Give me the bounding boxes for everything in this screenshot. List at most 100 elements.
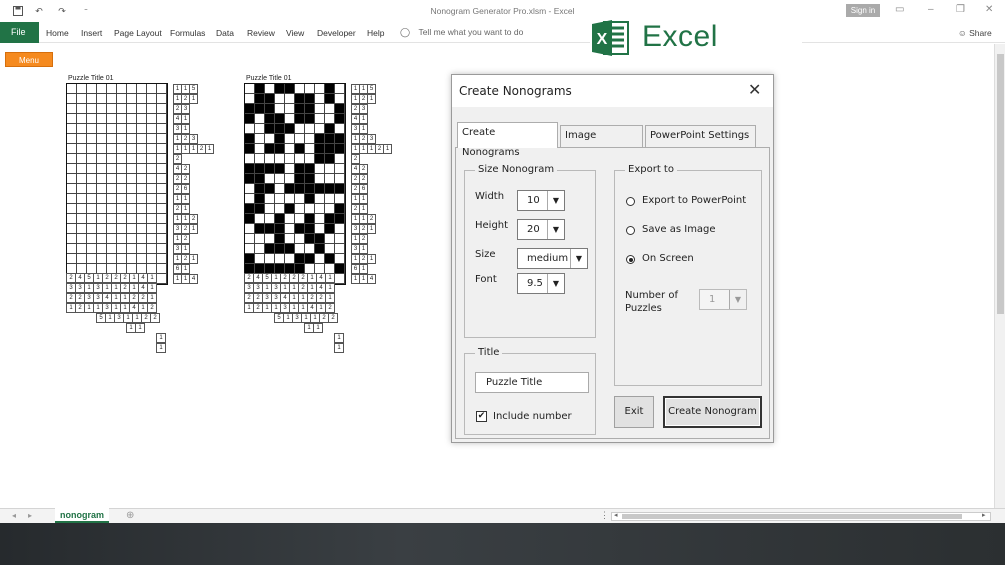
grid-cell[interactable]: [97, 224, 107, 234]
grid-cell[interactable]: [285, 254, 295, 264]
grid-cell[interactable]: [107, 94, 117, 104]
grid-cell[interactable]: [117, 194, 127, 204]
grid-cell[interactable]: [137, 254, 147, 264]
grid-cell[interactable]: [255, 144, 265, 154]
grid-cell[interactable]: [335, 194, 345, 204]
grid-cell[interactable]: [245, 114, 255, 124]
grid-cell[interactable]: [157, 174, 167, 184]
grid-cell[interactable]: [127, 224, 137, 234]
grid-cell[interactable]: [147, 114, 157, 124]
grid-cell[interactable]: [265, 134, 275, 144]
grid-cell[interactable]: [265, 104, 275, 114]
grid-cell[interactable]: [107, 194, 117, 204]
grid-cell[interactable]: [265, 154, 275, 164]
tell-me-search[interactable]: ◯ Tell me what you want to do: [400, 27, 523, 38]
grid-cell[interactable]: [255, 184, 265, 194]
split-handle-icon[interactable]: ⋮: [600, 510, 609, 521]
grid-cell[interactable]: [77, 124, 87, 134]
grid-cell[interactable]: [245, 234, 255, 244]
grid-cell[interactable]: [147, 204, 157, 214]
scroll-left-icon[interactable]: ◂: [614, 511, 618, 519]
grid-cell[interactable]: [117, 84, 127, 94]
grid-cell[interactable]: [147, 244, 157, 254]
tab-review[interactable]: Review: [247, 28, 275, 38]
tab-home[interactable]: Home: [46, 28, 69, 38]
grid-cell[interactable]: [87, 144, 97, 154]
grid-cell[interactable]: [245, 154, 255, 164]
grid-cell[interactable]: [335, 134, 345, 144]
grid-cell[interactable]: [97, 164, 107, 174]
grid-cell[interactable]: [265, 204, 275, 214]
export-powerpoint-label[interactable]: Export to PowerPoint: [642, 195, 746, 206]
grid-cell[interactable]: [137, 134, 147, 144]
grid-cell[interactable]: [87, 204, 97, 214]
grid-cell[interactable]: [315, 154, 325, 164]
grid-cell[interactable]: [325, 124, 335, 134]
grid-cell[interactable]: [77, 94, 87, 104]
horizontal-scrollbar[interactable]: ◂ ▸: [611, 512, 991, 521]
grid-cell[interactable]: [255, 174, 265, 184]
grid-cell[interactable]: [275, 104, 285, 114]
tab-formulas[interactable]: Formulas: [170, 28, 205, 38]
add-sheet-icon[interactable]: ⊕: [126, 510, 134, 521]
tab-create-nonograms[interactable]: Create Nonograms: [457, 122, 558, 158]
grid-cell[interactable]: [67, 134, 77, 144]
grid-cell[interactable]: [255, 224, 265, 234]
grid-cell[interactable]: [245, 194, 255, 204]
maximize-icon[interactable]: ❐: [956, 4, 965, 15]
grid-cell[interactable]: [335, 144, 345, 154]
grid-cell[interactable]: [305, 194, 315, 204]
grid-cell[interactable]: [137, 124, 147, 134]
grid-cell[interactable]: [295, 254, 305, 264]
grid-cell[interactable]: [275, 134, 285, 144]
grid-cell[interactable]: [157, 164, 167, 174]
grid-cell[interactable]: [147, 224, 157, 234]
grid-cell[interactable]: [305, 174, 315, 184]
grid-cell[interactable]: [127, 144, 137, 154]
tab-page-layout[interactable]: Page Layout: [114, 28, 162, 38]
grid-cell[interactable]: [285, 144, 295, 154]
grid-cell[interactable]: [157, 204, 167, 214]
grid-cell[interactable]: [255, 214, 265, 224]
grid-cell[interactable]: [275, 184, 285, 194]
chevron-down-icon[interactable]: ▼: [547, 220, 564, 239]
grid-cell[interactable]: [107, 244, 117, 254]
grid-cell[interactable]: [275, 124, 285, 134]
grid-cell[interactable]: [315, 214, 325, 224]
grid-cell[interactable]: [295, 174, 305, 184]
grid-cell[interactable]: [117, 144, 127, 154]
grid-cell[interactable]: [325, 194, 335, 204]
grid-cell[interactable]: [157, 114, 167, 124]
grid-cell[interactable]: [127, 164, 137, 174]
grid-cell[interactable]: [157, 154, 167, 164]
grid-cell[interactable]: [137, 114, 147, 124]
radio-save-image[interactable]: [626, 226, 635, 235]
grid-cell[interactable]: [87, 154, 97, 164]
grid-cell[interactable]: [117, 174, 127, 184]
grid-cell[interactable]: [265, 114, 275, 124]
grid-cell[interactable]: [315, 224, 325, 234]
grid-cell[interactable]: [245, 254, 255, 264]
grid-cell[interactable]: [285, 124, 295, 134]
grid-cell[interactable]: [147, 164, 157, 174]
grid-cell[interactable]: [157, 104, 167, 114]
grid-cell[interactable]: [67, 214, 77, 224]
grid-cell[interactable]: [147, 94, 157, 104]
grid-cell[interactable]: [255, 204, 265, 214]
grid-cell[interactable]: [285, 164, 295, 174]
grid-cell[interactable]: [295, 84, 305, 94]
grid-cell[interactable]: [295, 104, 305, 114]
grid-cell[interactable]: [315, 94, 325, 104]
grid-cell[interactable]: [77, 134, 87, 144]
grid-cell[interactable]: [275, 244, 285, 254]
grid-cell[interactable]: [295, 244, 305, 254]
grid-cell[interactable]: [117, 164, 127, 174]
grid-cell[interactable]: [87, 134, 97, 144]
grid-cell[interactable]: [275, 204, 285, 214]
exit-button[interactable]: Exit: [614, 396, 654, 428]
save-image-label[interactable]: Save as Image: [642, 224, 716, 235]
grid-cell[interactable]: [87, 224, 97, 234]
vertical-scrollbar[interactable]: [994, 44, 1005, 508]
grid-cell[interactable]: [325, 84, 335, 94]
grid-cell[interactable]: [137, 184, 147, 194]
